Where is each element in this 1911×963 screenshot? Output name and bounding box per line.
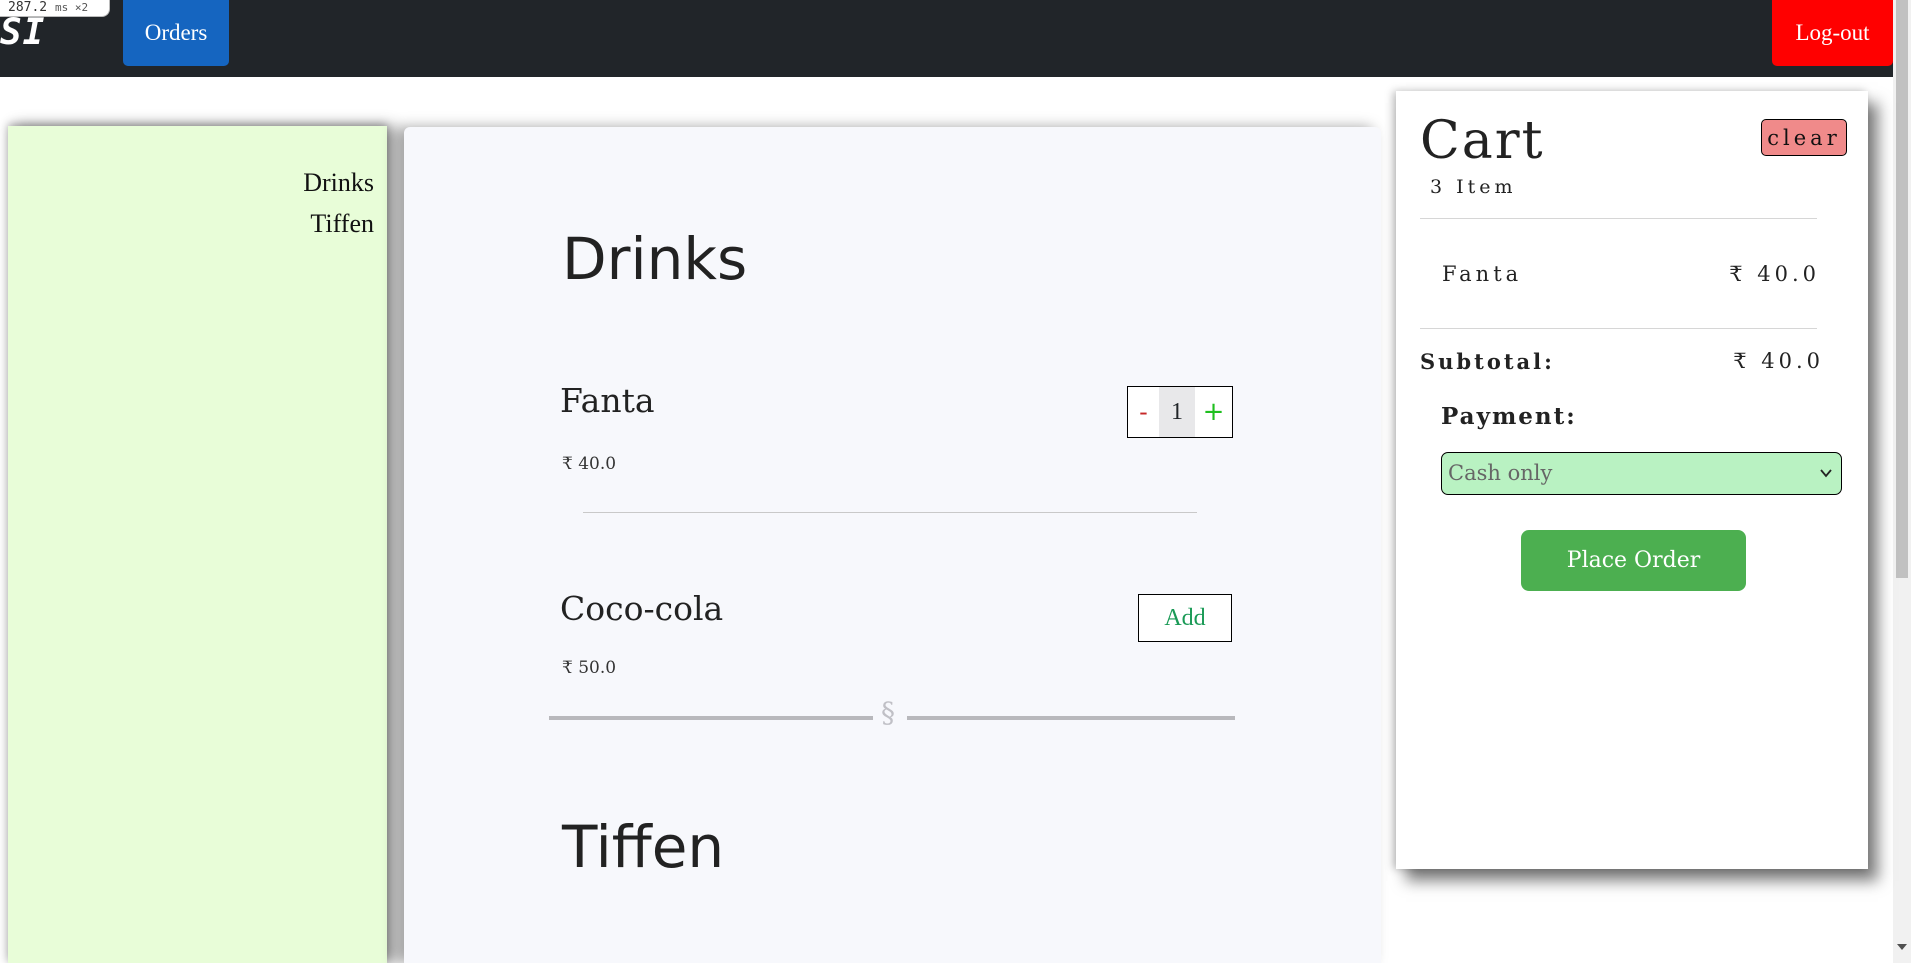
category-sidebar: Drinks Tiffen bbox=[8, 126, 387, 963]
category-list: Drinks Tiffen bbox=[303, 162, 374, 244]
section-divider-right bbox=[907, 716, 1235, 720]
add-button-coco-cola[interactable]: Add bbox=[1138, 594, 1232, 642]
item-name-fanta: Fanta bbox=[560, 381, 655, 420]
place-order-button[interactable]: Place Order bbox=[1521, 530, 1746, 591]
payment-selected-value: Cash only bbox=[1448, 461, 1553, 485]
perf-unit: ms ×2 bbox=[54, 1, 89, 14]
category-link-drinks[interactable]: Drinks bbox=[303, 162, 374, 203]
brand-logo[interactable]: SI bbox=[0, 12, 45, 53]
section-title-tiffen: Tiffen bbox=[562, 813, 725, 881]
cart-title: Cart bbox=[1420, 111, 1545, 171]
menu-panel: Drinks Fanta ₹ 40.0 - 1 + Coco-cola ₹ 50… bbox=[404, 127, 1381, 963]
perf-value: 287.2 bbox=[8, 0, 48, 15]
section-title-drinks: Drinks bbox=[562, 225, 748, 293]
orders-button[interactable]: Orders bbox=[123, 0, 229, 66]
quantity-stepper-fanta: - 1 + bbox=[1127, 386, 1233, 438]
cart-item-name: Fanta bbox=[1442, 262, 1523, 286]
cart-panel: Cart 3 Item clear Fanta ₹ 40.0 Subtotal:… bbox=[1396, 91, 1868, 869]
top-navbar: SI Orders Log-out bbox=[0, 0, 1893, 77]
page-scrollbar[interactable] bbox=[1893, 0, 1911, 963]
logout-button[interactable]: Log-out bbox=[1772, 0, 1893, 66]
cart-item-count: 3 Item bbox=[1430, 176, 1517, 198]
category-link-tiffen[interactable]: Tiffen bbox=[303, 203, 374, 244]
cart-divider bbox=[1420, 218, 1817, 219]
chevron-down-icon bbox=[1820, 469, 1832, 478]
payment-label: Payment: bbox=[1441, 403, 1577, 430]
item-price-coco-cola: ₹ 50.0 bbox=[562, 658, 617, 678]
decrement-button[interactable]: - bbox=[1128, 387, 1159, 437]
subtotal-label: Subtotal: bbox=[1420, 349, 1555, 374]
section-sign-icon: § bbox=[881, 696, 895, 729]
clear-cart-button[interactable]: clear bbox=[1761, 119, 1847, 156]
scrollbar-thumb[interactable] bbox=[1896, 0, 1908, 578]
item-divider bbox=[583, 512, 1197, 513]
perf-badge: 287.2 ms ×2 bbox=[0, 0, 110, 17]
cart-divider bbox=[1420, 328, 1817, 329]
quantity-value: 1 bbox=[1159, 387, 1195, 437]
item-name-coco-cola: Coco-cola bbox=[560, 589, 724, 628]
cart-item-price: ₹ 40.0 bbox=[1729, 262, 1820, 286]
scroll-down-arrow-icon[interactable] bbox=[1897, 944, 1907, 950]
increment-button[interactable]: + bbox=[1195, 387, 1232, 437]
subtotal-value: ₹ 40.0 bbox=[1733, 349, 1824, 373]
payment-method-select[interactable]: Cash only bbox=[1441, 452, 1842, 495]
section-divider-left bbox=[549, 716, 873, 720]
item-price-fanta: ₹ 40.0 bbox=[562, 454, 617, 474]
